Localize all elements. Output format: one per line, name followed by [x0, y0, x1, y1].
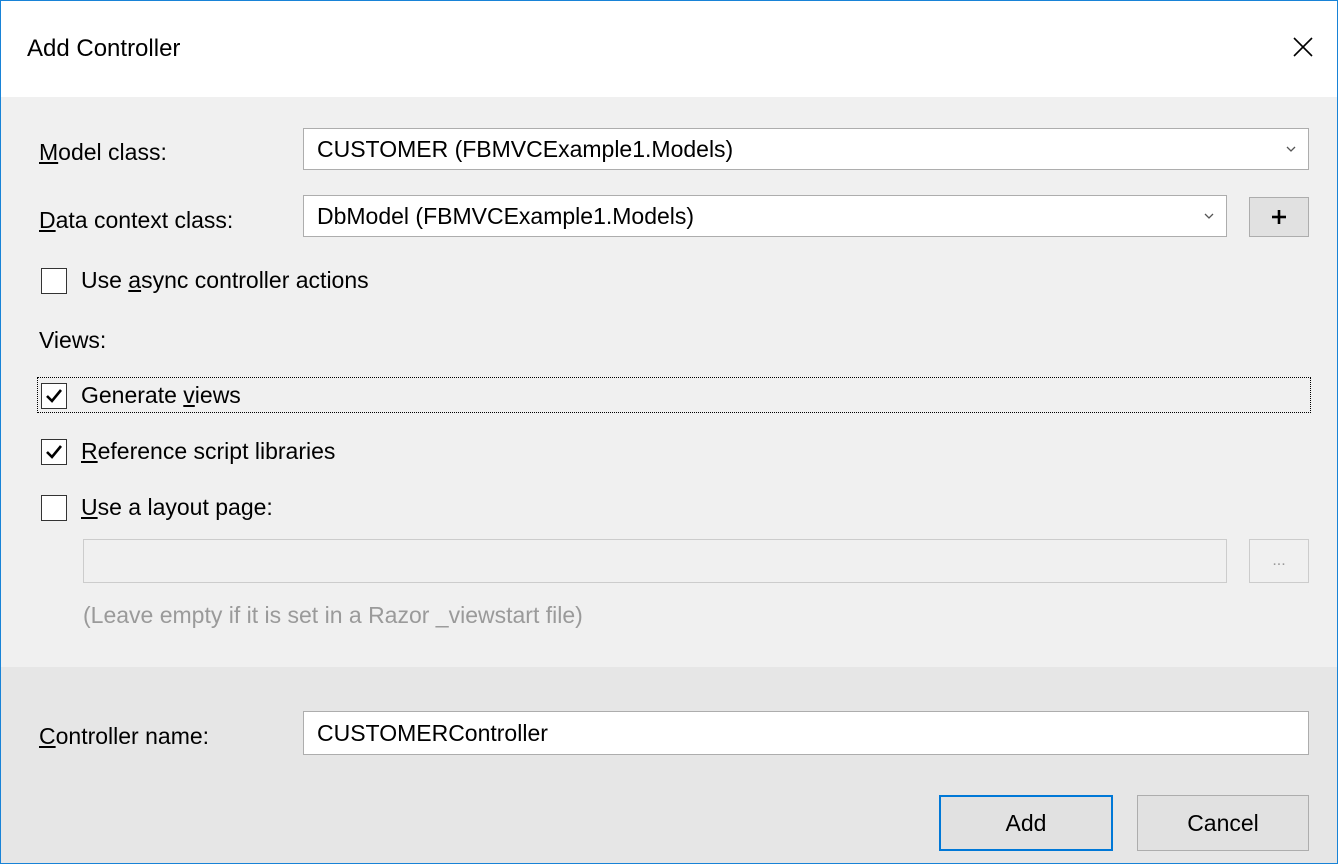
- data-context-class-value: DbModel (FBMVCExample1.Models): [317, 203, 695, 229]
- controller-name-value: CUSTOMERController: [317, 720, 548, 746]
- reference-scripts-label[interactable]: Reference script libraries: [81, 438, 335, 465]
- add-controller-dialog: Add Controller Model class: CUSTOMER (FB…: [0, 0, 1338, 864]
- reference-scripts-checkbox[interactable]: [41, 439, 67, 465]
- add-data-context-button[interactable]: [1249, 197, 1309, 237]
- close-icon: [1293, 37, 1313, 57]
- dialog-title: Add Controller: [27, 35, 181, 62]
- data-context-class-combobox[interactable]: DbModel (FBMVCExample1.Models): [303, 195, 1227, 237]
- options-panel: Model class: CUSTOMER (FBMVCExample1.Mod…: [1, 97, 1337, 667]
- model-class-value: CUSTOMER (FBMVCExample1.Models): [317, 136, 734, 162]
- async-actions-checkbox[interactable]: [41, 268, 67, 294]
- layout-page-checkbox[interactable]: [41, 495, 67, 521]
- chevron-down-icon: [1204, 213, 1214, 219]
- checkmark-icon: [46, 445, 63, 459]
- data-context-class-label: Data context class:: [39, 207, 234, 233]
- plus-icon: [1272, 210, 1286, 224]
- browse-layout-button[interactable]: ...: [1249, 539, 1309, 583]
- layout-page-input[interactable]: [83, 539, 1227, 583]
- controller-name-input[interactable]: CUSTOMERController: [303, 711, 1309, 755]
- close-button[interactable]: [1283, 27, 1323, 67]
- layout-page-label[interactable]: Use a layout page:: [81, 494, 273, 521]
- add-button[interactable]: Add: [939, 795, 1113, 851]
- views-heading: Views:: [39, 327, 107, 353]
- model-class-label: Model class:: [39, 139, 167, 165]
- title-bar: Add Controller: [1, 1, 1337, 97]
- cancel-button[interactable]: Cancel: [1137, 795, 1309, 851]
- generate-views-label[interactable]: Generate views: [81, 382, 241, 409]
- controller-name-label: Controller name:: [39, 723, 210, 749]
- model-class-combobox[interactable]: CUSTOMER (FBMVCExample1.Models): [303, 128, 1309, 170]
- chevron-down-icon: [1286, 146, 1296, 152]
- checkmark-icon: [46, 389, 63, 403]
- layout-page-hint: (Leave empty if it is set in a Razor _vi…: [83, 602, 583, 628]
- async-actions-label[interactable]: Use async controller actions: [81, 267, 369, 294]
- footer-panel: Controller name: CUSTOMERController Add …: [1, 667, 1337, 863]
- generate-views-checkbox[interactable]: [41, 383, 67, 409]
